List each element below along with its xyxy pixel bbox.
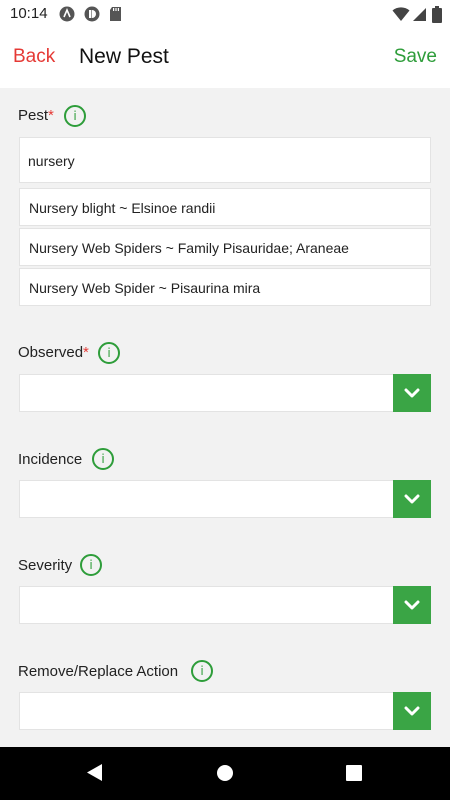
observed-label-text: Observed [18, 344, 84, 361]
suggestion-item[interactable]: Nursery Web Spiders ~ Family Pisauridae;… [19, 228, 431, 266]
required-mark: * [83, 344, 89, 361]
recents-square-icon[interactable] [346, 765, 362, 781]
pest-label-text: Pest [18, 107, 49, 124]
battery-icon [432, 6, 442, 23]
suggestion-item[interactable]: Nursery Web Spider ~ Pisaurina mira [19, 268, 431, 306]
signal-icon [413, 8, 426, 21]
back-triangle-icon[interactable] [86, 763, 103, 782]
back-button[interactable]: Back [13, 46, 55, 68]
severity-info-icon[interactable]: i [80, 554, 102, 576]
status-bar: 10:14 [0, 0, 450, 28]
severity-label: Severity [18, 557, 73, 574]
app-notification-icon [59, 6, 75, 22]
suggestion-text: Nursery Web Spider ~ Pisaurina mira [29, 280, 261, 296]
remove-replace-info-icon[interactable]: i [191, 660, 213, 682]
severity-select[interactable] [19, 586, 431, 624]
incidence-info-icon[interactable]: i [92, 448, 114, 470]
save-button[interactable]: Save [394, 46, 437, 68]
system-navigation-bar [0, 747, 450, 800]
observed-label: Observed* [18, 344, 89, 361]
suggestion-text: Nursery blight ~ Elsinoe randii [29, 200, 216, 216]
remove-replace-label: Remove/Replace Action [18, 663, 179, 680]
severity-dropdown-button[interactable] [393, 586, 431, 624]
home-circle-icon[interactable] [216, 764, 234, 782]
chevron-down-icon [404, 706, 420, 716]
pest-input-value: nursery [28, 153, 75, 169]
remove-replace-select[interactable] [19, 692, 431, 730]
pest-input[interactable]: nursery [19, 137, 431, 183]
page-title: New Pest [79, 45, 169, 68]
sd-card-icon [110, 7, 121, 21]
navigation-bar: Back New Pest Save [0, 28, 450, 88]
incidence-label: Incidence [18, 451, 83, 468]
remove-replace-dropdown-button[interactable] [393, 692, 431, 730]
chevron-down-icon [404, 600, 420, 610]
app-notification-icon-2 [84, 6, 100, 22]
wifi-icon [392, 7, 410, 21]
required-mark: * [48, 107, 54, 124]
incidence-dropdown-button[interactable] [393, 480, 431, 518]
suggestion-text: Nursery Web Spiders ~ Family Pisauridae;… [29, 240, 349, 256]
pest-info-icon[interactable]: i [64, 105, 86, 127]
chevron-down-icon [404, 388, 420, 398]
status-time: 10:14 [10, 5, 48, 22]
observed-dropdown-button[interactable] [393, 374, 431, 412]
observed-select[interactable] [19, 374, 431, 412]
incidence-select[interactable] [19, 480, 431, 518]
pest-label: Pest* [18, 107, 54, 124]
suggestion-item[interactable]: Nursery blight ~ Elsinoe randii [19, 188, 431, 226]
chevron-down-icon [404, 494, 420, 504]
observed-info-icon[interactable]: i [98, 342, 120, 364]
